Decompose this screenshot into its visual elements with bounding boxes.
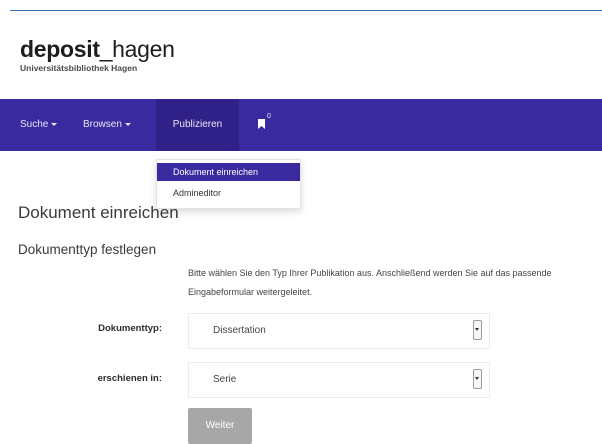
caret-down-icon — [51, 122, 58, 126]
nav-publizieren[interactable]: Publizieren — [156, 99, 239, 151]
nav-suche[interactable]: Suche — [20, 99, 58, 151]
bookmark-count: 0 — [267, 113, 271, 120]
main-navbar: Suche Browsen Publizieren 0 — [0, 99, 602, 151]
nav-publizieren-label: Publizieren — [172, 119, 223, 130]
published-in-select[interactable]: Serie — [188, 362, 490, 398]
document-type-label: Dokumenttyp: — [98, 323, 162, 334]
document-type-value: Dissertation — [213, 325, 266, 336]
intro-text: Bitte wählen Sie den Typ Ihrer Publikati… — [188, 268, 552, 297]
logo-bold-text: deposit — [20, 36, 100, 62]
select-arrow-icon — [473, 369, 482, 389]
logo-subtitle: Universitätsbibliothek Hagen — [20, 63, 138, 73]
logo-title: deposit_hagen — [20, 36, 175, 62]
caret-down-icon — [124, 122, 131, 126]
top-divider — [10, 10, 602, 11]
published-in-label: erschienen in: — [97, 373, 162, 384]
nav-suche-label: Suche — [20, 119, 49, 130]
logo-regular-text: _hagen — [99, 36, 175, 62]
page-title: Dokument einreichen — [18, 203, 179, 222]
nav-browsen-label: Browsen — [83, 119, 122, 130]
bookmark-icon[interactable] — [258, 119, 265, 129]
section-title: Dokumenttyp festlegen — [18, 242, 157, 257]
menu-item-admineditor[interactable]: Admineditor — [157, 184, 300, 202]
published-in-value: Serie — [213, 374, 237, 385]
weiter-button[interactable]: Weiter — [188, 408, 252, 444]
select-arrow-icon — [473, 320, 482, 340]
menu-item-dokument-einreichen[interactable]: Dokument einreichen — [157, 163, 300, 181]
document-type-select[interactable]: Dissertation — [188, 313, 490, 349]
site-logo[interactable]: deposit_hagen Universitätsbibliothek Hag… — [20, 36, 175, 73]
nav-browsen[interactable]: Browsen — [83, 99, 131, 151]
publizieren-dropdown-menu: Dokument einreichen Admineditor — [156, 159, 301, 209]
